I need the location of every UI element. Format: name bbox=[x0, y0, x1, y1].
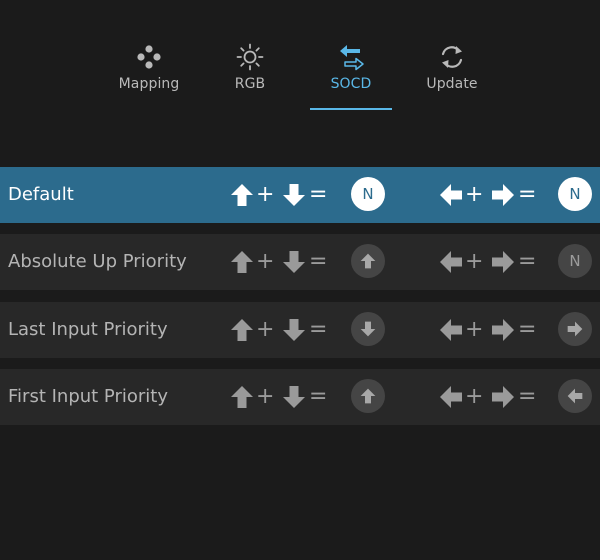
plus-sign: + bbox=[465, 384, 484, 409]
arrow-left-icon bbox=[439, 385, 463, 409]
arrow-left-icon bbox=[439, 183, 463, 207]
socd-mode-row[interactable]: Default + = + = N N bbox=[0, 167, 600, 223]
socd-mode-row[interactable]: First Input Priority + = + = bbox=[0, 369, 600, 425]
arrow-right-icon bbox=[491, 318, 515, 342]
tab-label: Mapping bbox=[118, 76, 180, 92]
sun-icon bbox=[235, 42, 265, 72]
mode-label: First Input Priority bbox=[8, 386, 168, 407]
arrow-up-icon bbox=[230, 250, 254, 274]
arrow-up-icon bbox=[230, 385, 254, 409]
mode-label: Absolute Up Priority bbox=[8, 251, 187, 272]
equals-sign: = bbox=[518, 317, 537, 342]
socd-settings-page: Mapping RGB SOCD Update Default + = + = … bbox=[0, 0, 600, 560]
tab-socd[interactable]: SOCD bbox=[306, 42, 396, 110]
arrow-down-icon bbox=[282, 183, 306, 207]
arrow-down-icon bbox=[282, 250, 306, 274]
arrow-right-icon bbox=[491, 183, 515, 207]
mode-label: Last Input Priority bbox=[8, 319, 168, 340]
vertical-result-neutral-badge: N bbox=[351, 177, 385, 211]
vertical-result-arrow-up-icon bbox=[351, 379, 385, 413]
refresh-icon bbox=[437, 42, 467, 72]
arrow-up-icon bbox=[230, 318, 254, 342]
horizontal-result-arrow-left-icon bbox=[558, 379, 592, 413]
horizontal-result-neutral-badge: N bbox=[558, 177, 592, 211]
neutral-label: N bbox=[569, 185, 581, 203]
plus-sign: + bbox=[465, 317, 484, 342]
arrow-right-icon bbox=[491, 385, 515, 409]
equals-sign: = bbox=[309, 182, 328, 207]
arrow-up-icon bbox=[230, 183, 254, 207]
tab-update[interactable]: Update bbox=[407, 42, 497, 110]
tab-rgb[interactable]: RGB bbox=[205, 42, 295, 110]
arrow-right-icon bbox=[491, 250, 515, 274]
plus-sign: + bbox=[465, 182, 484, 207]
equals-sign: = bbox=[309, 384, 328, 409]
equals-sign: = bbox=[309, 249, 328, 274]
equals-sign: = bbox=[309, 317, 328, 342]
tab-label: Update bbox=[426, 76, 478, 92]
arrow-left-icon bbox=[439, 250, 463, 274]
neutral-label: N bbox=[362, 185, 374, 203]
active-tab-indicator bbox=[310, 108, 392, 110]
gamepad-icon bbox=[134, 42, 164, 72]
vertical-result-arrow-down-icon bbox=[351, 312, 385, 346]
neutral-label: N bbox=[569, 252, 581, 270]
arrow-left-icon bbox=[439, 318, 463, 342]
socd-arrows-icon bbox=[336, 42, 366, 72]
vertical-result-arrow-up-icon bbox=[351, 244, 385, 278]
plus-sign: + bbox=[256, 182, 275, 207]
horizontal-result-neutral-badge: N bbox=[558, 244, 592, 278]
plus-sign: + bbox=[256, 249, 275, 274]
plus-sign: + bbox=[256, 384, 275, 409]
equals-sign: = bbox=[518, 384, 537, 409]
horizontal-result-arrow-right-icon bbox=[558, 312, 592, 346]
arrow-down-icon bbox=[282, 318, 306, 342]
arrow-down-icon bbox=[282, 385, 306, 409]
tab-label: RGB bbox=[234, 76, 266, 92]
mode-label: Default bbox=[8, 184, 74, 205]
socd-mode-row[interactable]: Absolute Up Priority + = + = N bbox=[0, 234, 600, 290]
tab-mapping[interactable]: Mapping bbox=[104, 42, 194, 110]
plus-sign: + bbox=[256, 317, 275, 342]
socd-mode-row[interactable]: Last Input Priority + = + = bbox=[0, 302, 600, 358]
tab-label: SOCD bbox=[330, 76, 372, 92]
equals-sign: = bbox=[518, 249, 537, 274]
plus-sign: + bbox=[465, 249, 484, 274]
equals-sign: = bbox=[518, 182, 537, 207]
